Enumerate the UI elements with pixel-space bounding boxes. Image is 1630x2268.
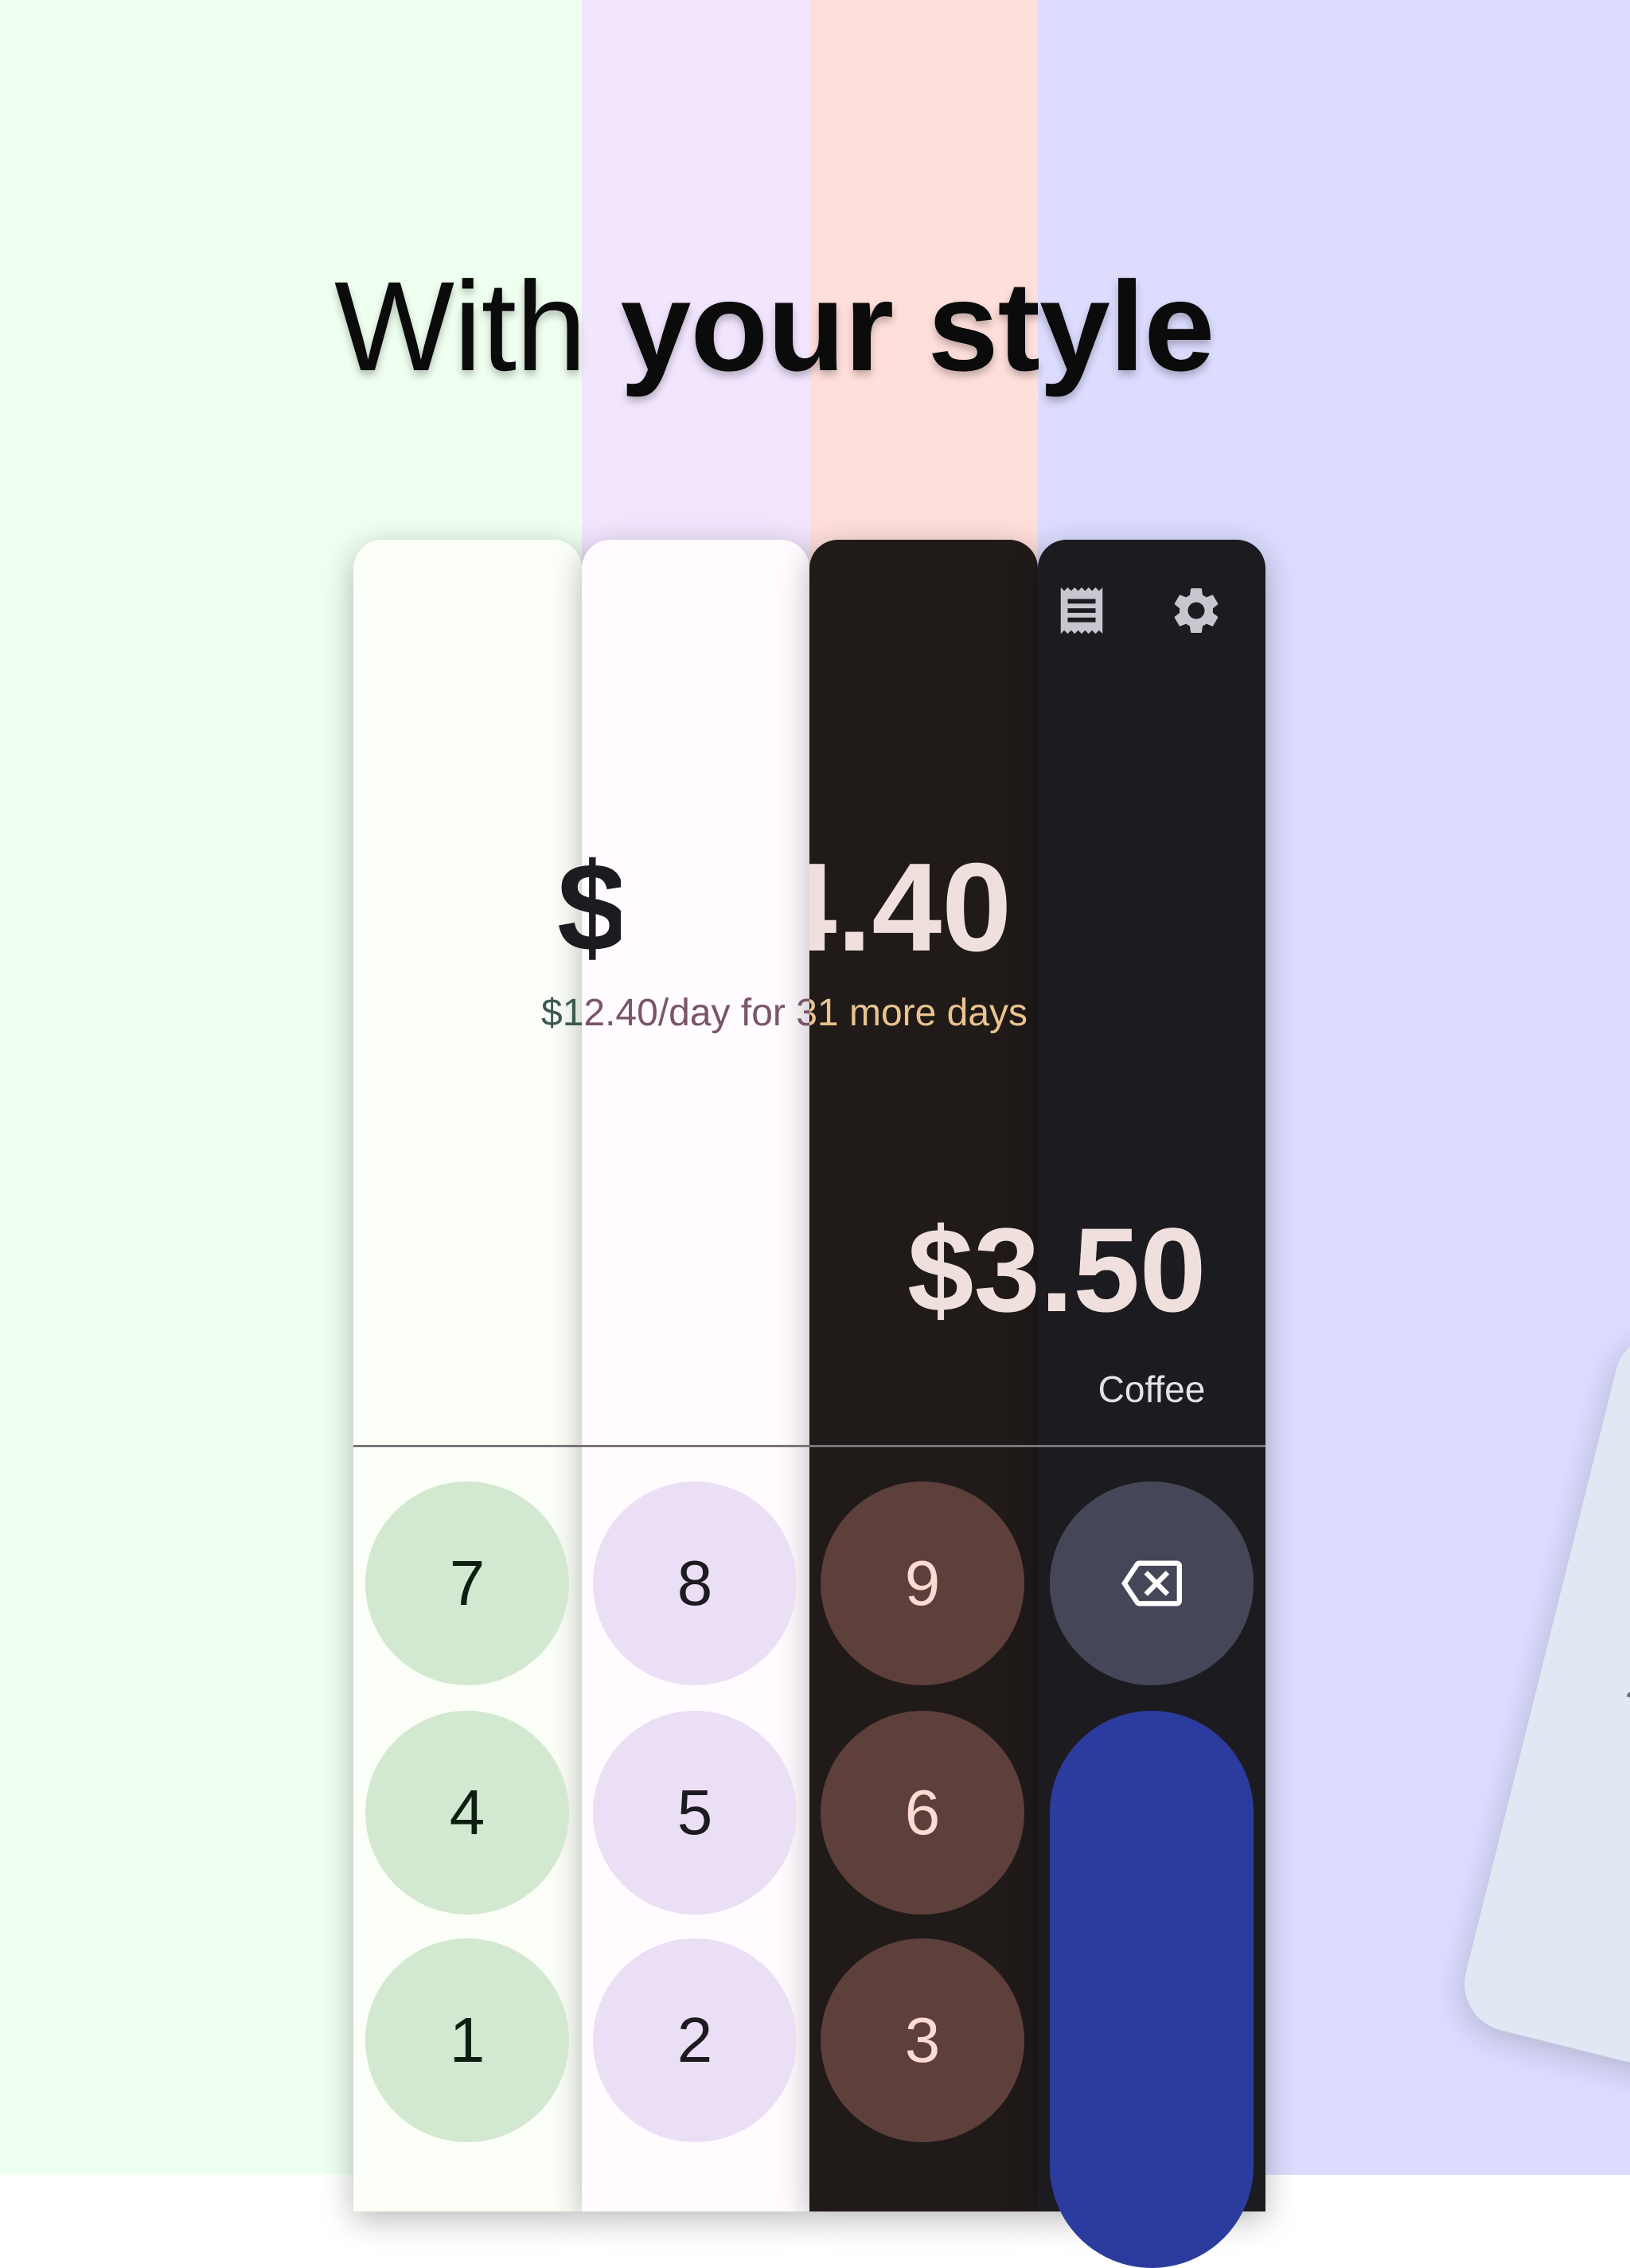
key-8[interactable]: 8: [593, 1481, 797, 1685]
key-6[interactable]: 6: [821, 1711, 1024, 1915]
remaining-budget: $384.40 $384.40: [557, 828, 1067, 987]
page-title: With your style: [334, 253, 1215, 400]
daily-rate: $12.40/day for 31 more days $12.40/day f…: [541, 990, 1082, 1037]
backspace-icon: [1121, 1560, 1182, 1606]
key-9[interactable]: 9: [821, 1481, 1024, 1685]
key-3[interactable]: 3: [821, 1938, 1024, 2142]
key-7[interactable]: 7: [365, 1481, 569, 1685]
title-light: With: [334, 255, 621, 397]
key-4[interactable]: 4: [365, 1711, 569, 1915]
submit-button[interactable]: [1050, 1711, 1254, 2268]
key-2[interactable]: 2: [593, 1938, 797, 2142]
entry-amount: $3.50 $3.50: [907, 1194, 1226, 1345]
entry-category[interactable]: Coffee: [1038, 1368, 1265, 1411]
title-bold: your style: [620, 255, 1215, 397]
keypad-divider: [353, 1445, 1265, 1447]
backspace-button[interactable]: [1050, 1481, 1254, 1685]
key-1[interactable]: 1: [365, 1938, 569, 2142]
side-card-text: 2: [1623, 1669, 1630, 1708]
balance-text-light: $384.40: [557, 837, 1012, 978]
gear-icon[interactable]: [1168, 583, 1224, 638]
key-5[interactable]: 5: [593, 1711, 797, 1915]
receipt-icon[interactable]: [1054, 583, 1109, 638]
